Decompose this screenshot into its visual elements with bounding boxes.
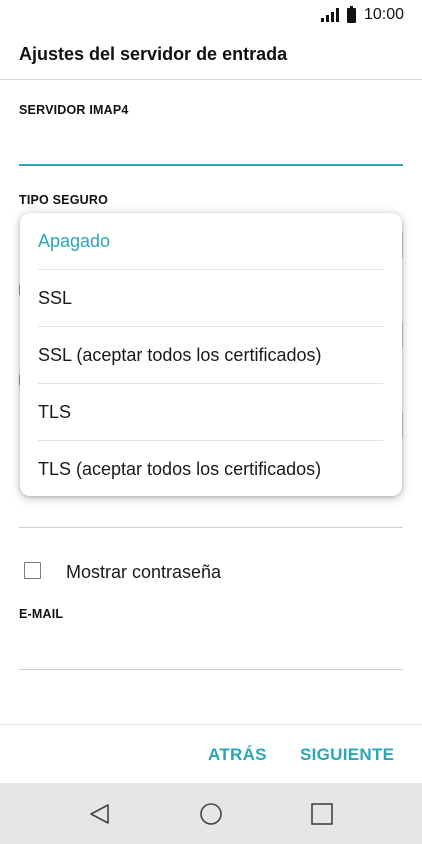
dropdown-option-apagado[interactable]: Apagado <box>38 213 383 270</box>
battery-icon <box>346 5 356 23</box>
dropdown-option-tls-all-certificates[interactable]: TLS (aceptar todos los certificados) <box>38 441 383 498</box>
dropdown-option-ssl-all-certificates[interactable]: SSL (aceptar todos los certificados) <box>38 327 383 384</box>
signal-icon <box>320 8 339 22</box>
password-input[interactable] <box>19 527 403 528</box>
back-button[interactable]: ATRÁS <box>208 745 267 765</box>
dropdown-option-ssl[interactable]: SSL <box>38 270 383 327</box>
next-button[interactable]: SIGUIENTE <box>300 745 394 765</box>
imap-server-label: SERVIDOR IMAP4 <box>19 103 129 117</box>
show-password-label: Mostrar contraseña <box>66 562 222 582</box>
imap-server-input[interactable] <box>19 164 403 166</box>
security-type-label: TIPO SEGURO <box>19 193 109 207</box>
show-password-checkbox[interactable] <box>24 562 41 579</box>
status-bar: 10:00 <box>0 0 422 30</box>
home-circle-icon[interactable] <box>199 802 223 826</box>
recents-square-icon[interactable] <box>310 802 334 826</box>
field-edge <box>402 322 403 348</box>
navigation-bar <box>0 783 422 844</box>
security-type-dropdown[interactable]: Apagado SSL SSL (aceptar todos los certi… <box>20 213 402 496</box>
header: Ajustes del servidor de entrada <box>0 30 422 80</box>
dropdown-option-tls[interactable]: TLS <box>38 384 383 441</box>
field-edge <box>402 232 403 258</box>
field-edge <box>402 412 403 438</box>
email-label: E-MAIL <box>19 607 64 621</box>
status-time: 10:00 <box>363 6 404 23</box>
page-title: Ajustes del servidor de entrada <box>19 44 288 64</box>
email-input[interactable] <box>19 669 403 670</box>
action-bar: ATRÁS SIGUIENTE <box>0 724 422 783</box>
back-triangle-icon[interactable] <box>88 802 112 826</box>
